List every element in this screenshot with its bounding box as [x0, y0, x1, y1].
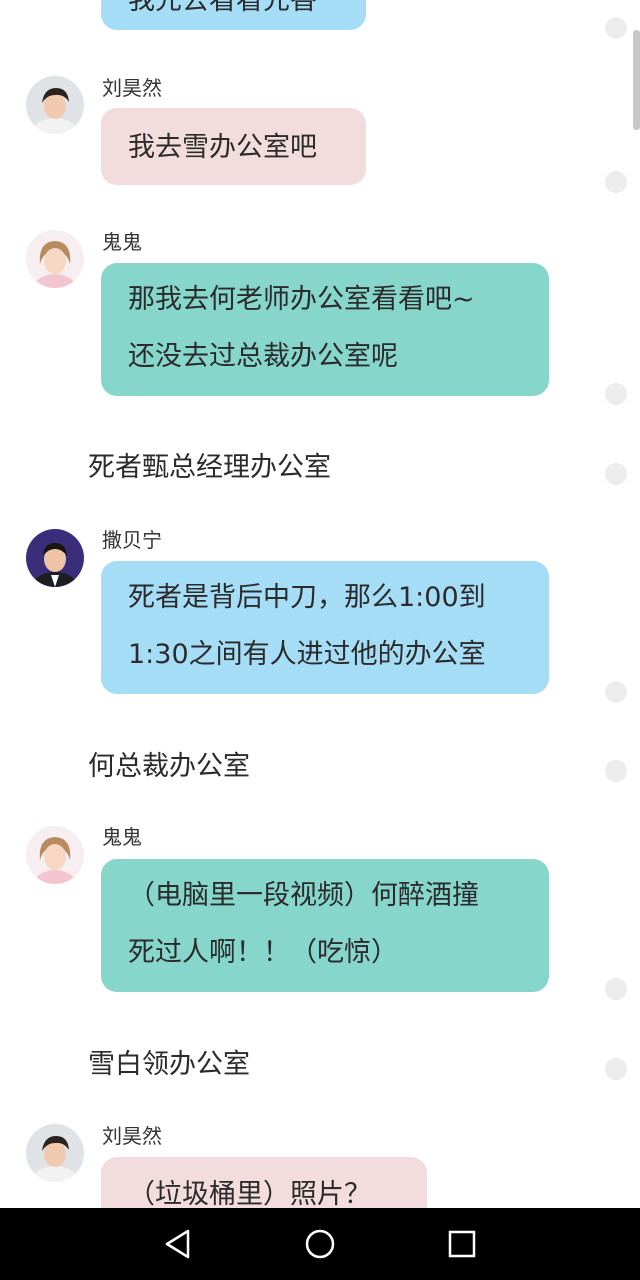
scene-label: 死者甄总经理办公室 [88, 452, 331, 483]
back-triangle-icon[interactable] [160, 1226, 196, 1262]
scrollbar-thumb[interactable] [633, 30, 640, 130]
avatar-guigui[interactable] [26, 230, 84, 288]
timeline-dot [605, 978, 627, 1000]
message-bubble: 死者是背后中刀，那么1:00到 1:30之间有人进过他的办公室 [101, 561, 549, 694]
avatar-liu-haoran[interactable] [26, 1124, 84, 1182]
timeline-dot [605, 171, 627, 193]
avatar-guigui[interactable] [26, 826, 84, 884]
timeline-dot [605, 17, 627, 39]
avatar-liu-haoran[interactable] [26, 76, 84, 134]
scene-label: 雪白领办公室 [88, 1049, 250, 1080]
scene-label: 何总裁办公室 [88, 751, 250, 782]
sender-name: 鬼鬼 [102, 230, 142, 254]
message-bubble: 那我去何老师办公室看看吧~ 还没去过总裁办公室呢 [101, 263, 549, 396]
chat-screen: 我先去看看先香 刘昊然 我去雪办公室吧 鬼鬼 那我去何老师办公室看看吧~ 还没去… [0, 0, 640, 1280]
chat-thread[interactable]: 我先去看看先香 刘昊然 我去雪办公室吧 鬼鬼 那我去何老师办公室看看吧~ 还没去… [0, 0, 640, 1208]
sender-name: 刘昊然 [102, 76, 162, 100]
timeline-dot [605, 760, 627, 782]
message-bubble: 我先去看看先香 [101, 0, 366, 30]
sender-name: 撒贝宁 [102, 528, 162, 552]
recents-square-icon[interactable] [444, 1226, 480, 1262]
avatar-sa-beining[interactable] [26, 529, 84, 587]
timeline-dot [605, 383, 627, 405]
sender-name: 鬼鬼 [102, 825, 142, 849]
message-bubble: （电脑里一段视频）何醉酒撞 死过人啊！！（吃惊） [101, 859, 549, 992]
timeline-dot [605, 1058, 627, 1080]
sender-name: 刘昊然 [102, 1124, 162, 1148]
message-bubble: 我去雪办公室吧 [101, 108, 366, 185]
navigation-bar [0, 1208, 640, 1280]
timeline-dot [605, 681, 627, 703]
home-circle-icon[interactable] [302, 1226, 338, 1262]
message-bubble: （垃圾桶里）照片？ [101, 1157, 427, 1208]
timeline-dot [605, 463, 627, 485]
